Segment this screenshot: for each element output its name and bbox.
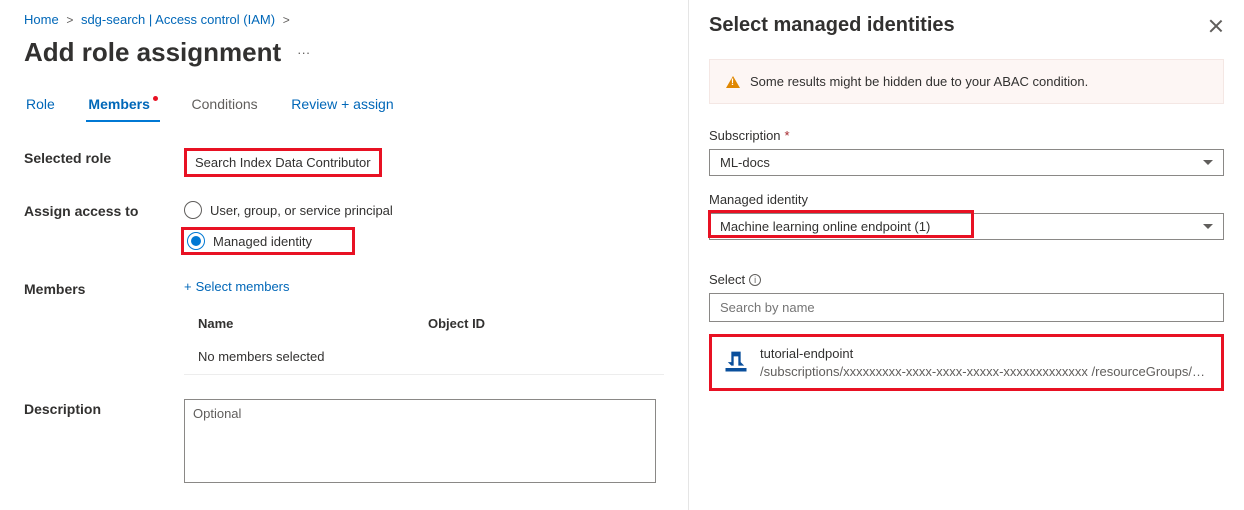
close-icon[interactable] (1208, 18, 1224, 34)
radio-managed-identity[interactable]: Managed identity (184, 232, 312, 250)
panel-title: Select managed identities (709, 14, 955, 37)
breadcrumb: Home > sdg-search | Access control (IAM)… (24, 12, 664, 27)
description-label: Description (24, 399, 184, 417)
warning-text: Some results might be hidden due to your… (750, 74, 1088, 89)
chevron-right-icon: > (283, 13, 290, 27)
tab-members[interactable]: Members (86, 90, 159, 122)
page-title: Add role assignment (24, 37, 281, 68)
tab-review-assign[interactable]: Review + assign (289, 90, 395, 120)
info-icon[interactable]: i (749, 274, 761, 286)
assign-access-label: Assign access to (24, 201, 184, 219)
chevron-right-icon: > (66, 13, 73, 27)
chevron-down-icon (1203, 160, 1213, 165)
warning-icon (726, 76, 740, 88)
managed-identity-dropdown[interactable]: Machine learning online endpoint (1) (709, 213, 1224, 240)
radio-label: User, group, or service principal (210, 203, 393, 218)
subscription-label: Subscription* (709, 128, 1224, 143)
subscription-value: ML-docs (720, 155, 770, 170)
tab-role[interactable]: Role (24, 90, 57, 120)
radio-label: Managed identity (213, 234, 312, 249)
no-members-text: No members selected (184, 339, 664, 375)
column-object-id: Object ID (428, 316, 485, 331)
result-path: /subscriptions/xxxxxxxxx-xxxx-xxxx-xxxxx… (760, 363, 1211, 381)
tabs: Role Members Conditions Review + assign (24, 90, 664, 122)
tab-conditions[interactable]: Conditions (190, 90, 260, 120)
identity-result-item[interactable]: tutorial-endpoint /subscriptions/xxxxxxx… (709, 334, 1224, 391)
select-members-link[interactable]: + Select members (184, 279, 290, 294)
select-members-label: Select members (196, 279, 290, 294)
members-label: Members (24, 279, 184, 297)
machine-learning-icon (722, 347, 750, 375)
managed-identity-label: Managed identity (709, 192, 1224, 207)
radio-icon (187, 232, 205, 250)
search-input[interactable] (709, 293, 1224, 322)
radio-user-group-sp[interactable]: User, group, or service principal (184, 201, 664, 219)
breadcrumb-home[interactable]: Home (24, 12, 59, 27)
more-actions-button[interactable]: ··· (291, 41, 316, 64)
chevron-down-icon (1203, 224, 1213, 229)
subscription-dropdown[interactable]: ML-docs (709, 149, 1224, 176)
column-name: Name (198, 316, 428, 331)
result-name: tutorial-endpoint (760, 345, 1211, 363)
breadcrumb-resource[interactable]: sdg-search | Access control (IAM) (81, 12, 275, 27)
selected-role-label: Selected role (24, 148, 184, 166)
selected-role-value: Search Index Data Contributor (184, 148, 382, 177)
description-input[interactable] (184, 399, 656, 483)
plus-icon: + (184, 279, 192, 294)
managed-identity-value: Machine learning online endpoint (1) (720, 219, 930, 234)
radio-icon (184, 201, 202, 219)
warning-banner: Some results might be hidden due to your… (709, 59, 1224, 104)
select-label: Select i (709, 272, 1224, 287)
